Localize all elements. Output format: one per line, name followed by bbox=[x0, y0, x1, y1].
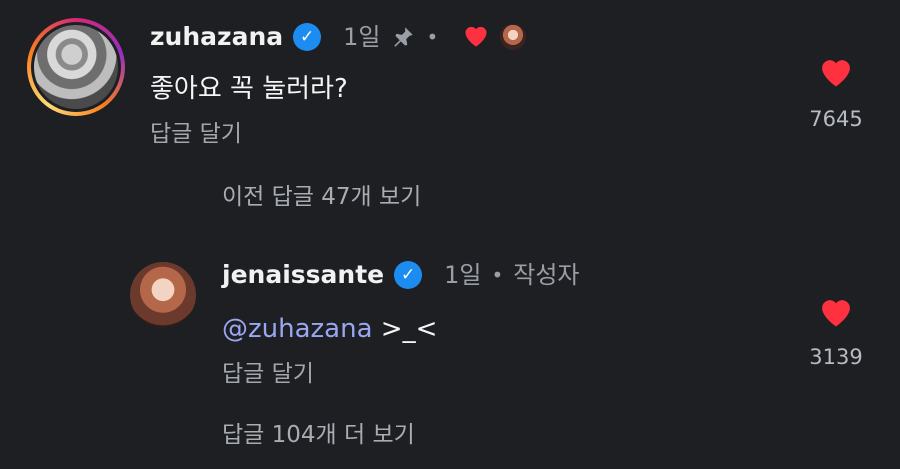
like-count: 3139 bbox=[809, 345, 863, 369]
reply-header: jenaissante ✓ 1일 • 작성자 bbox=[222, 260, 580, 290]
timestamp: 1일 bbox=[343, 23, 381, 51]
reply-button[interactable]: 답글 달기 bbox=[222, 359, 314, 389]
reply-button[interactable]: 답글 달기 bbox=[150, 119, 242, 149]
creator-liked-heart-icon bbox=[462, 22, 490, 52]
author-badge: 작성자 bbox=[513, 261, 580, 289]
avatar-jenaissante[interactable] bbox=[130, 262, 196, 328]
verified-badge-icon: ✓ bbox=[293, 23, 322, 51]
avatar-zuhazana[interactable] bbox=[27, 18, 125, 116]
pin-icon bbox=[390, 24, 416, 50]
creator-liked-avatar bbox=[500, 24, 527, 50]
comment-text: 좋아요 꼭 눌러라? bbox=[150, 74, 348, 104]
timestamp: 1일 bbox=[444, 261, 482, 289]
avatar-photo bbox=[34, 25, 118, 109]
like-count: 7645 bbox=[809, 107, 863, 131]
reply-like[interactable]: 3139 bbox=[796, 294, 876, 370]
heart-icon[interactable] bbox=[817, 54, 876, 88]
view-more-replies[interactable]: 답글 104개 더 보기 bbox=[222, 420, 415, 450]
comment-header: zuhazana ✓ 1일 • bbox=[150, 22, 527, 52]
view-previous-replies[interactable]: 이전 답글 47개 보기 bbox=[222, 182, 421, 212]
username[interactable]: zuhazana bbox=[150, 22, 283, 52]
reply-body: >_< bbox=[372, 314, 438, 344]
avatar-inner bbox=[31, 22, 121, 112]
heart-icon[interactable] bbox=[817, 294, 876, 328]
separator-dot: • bbox=[426, 25, 439, 49]
mention-link[interactable]: @zuhazana bbox=[222, 314, 373, 344]
separator-dot: • bbox=[491, 263, 504, 287]
reply-text: @zuhazana >_< bbox=[222, 312, 437, 346]
comment-like[interactable]: 7645 bbox=[796, 54, 876, 132]
verified-badge-icon: ✓ bbox=[394, 261, 423, 289]
username[interactable]: jenaissante bbox=[222, 260, 384, 290]
